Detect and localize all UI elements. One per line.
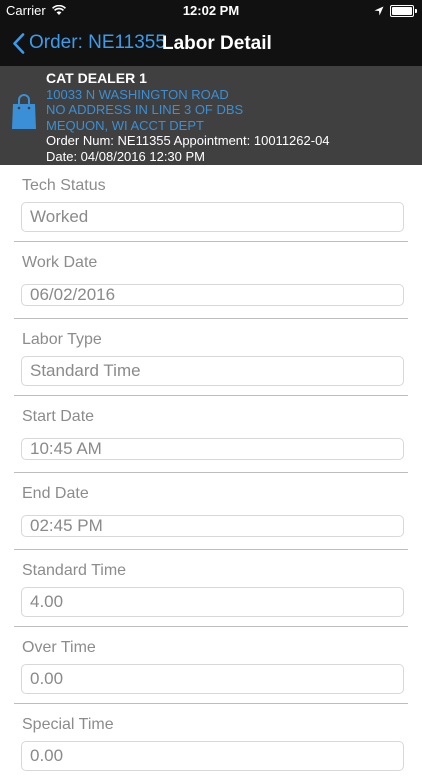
labor-type-field[interactable]: Standard Time <box>21 356 404 386</box>
field-start-date: Start Date 10:45 AM <box>0 396 422 473</box>
work-date-label: Work Date <box>22 254 98 271</box>
shopping-bag-icon <box>11 94 37 135</box>
tech-status-field[interactable]: Worked <box>21 202 404 232</box>
field-work-date: Work Date 06/02/2016 <box>0 242 422 319</box>
back-chevron-icon <box>13 32 25 54</box>
labor-type-label: Labor Type <box>22 331 102 348</box>
address-line-3[interactable]: MEQUON, WI ACCT DEPT <box>46 118 330 134</box>
tech-status-label: Tech Status <box>22 177 106 194</box>
standard-time-field[interactable]: 4.00 <box>21 587 404 617</box>
back-button[interactable]: Order: NE11355 <box>12 32 166 54</box>
top-bar: Carrier 12:02 PM Order: NE11355 Labor De… <box>0 0 422 66</box>
status-time: 12:02 PM <box>182 3 240 18</box>
page-title: Labor Detail <box>162 33 272 54</box>
order-header: CAT DEALER 1 10033 N WASHINGTON ROAD NO … <box>0 66 422 165</box>
work-date-field[interactable]: 06/02/2016 <box>21 284 404 306</box>
start-date-label: Start Date <box>22 408 95 425</box>
navigation-bar: Order: NE11355 Labor Detail <box>0 22 422 66</box>
dealer-name: CAT DEALER 1 <box>46 70 147 86</box>
end-date-field[interactable]: 02:45 PM <box>21 515 404 537</box>
address-line-1[interactable]: 10033 N WASHINGTON ROAD <box>46 87 330 103</box>
field-tech-status: Tech Status Worked <box>0 165 422 242</box>
back-button-label: Order: NE11355 <box>29 32 166 53</box>
standard-time-label: Standard Time <box>22 562 127 579</box>
battery-icon <box>390 5 417 17</box>
over-time-field[interactable]: 0.00 <box>21 664 404 694</box>
order-date: Date: 04/08/2016 12:30 PM <box>46 148 206 164</box>
end-date-label: End Date <box>22 485 89 502</box>
field-standard-time: Standard Time 4.00 <box>0 550 422 627</box>
order-info: Order Num: NE11355 Appointment: 10011262… <box>46 133 330 148</box>
address-line-2[interactable]: NO ADDRESS IN LINE 3 OF DBS <box>46 102 330 118</box>
field-end-date: End Date 02:45 PM <box>0 473 422 550</box>
field-over-time: Over Time 0.00 <box>0 627 422 704</box>
start-date-field[interactable]: 10:45 AM <box>21 438 404 460</box>
special-time-label: Special Time <box>22 716 114 733</box>
special-time-field[interactable]: 0.00 <box>21 741 404 771</box>
labor-detail-form: Tech Status Worked Work Date 06/02/2016 … <box>0 165 422 781</box>
field-labor-type: Labor Type Standard Time <box>0 319 422 396</box>
field-special-time: Special Time 0.00 <box>0 704 422 781</box>
location-arrow-icon <box>374 4 384 19</box>
over-time-label: Over Time <box>22 639 96 656</box>
status-bar: Carrier 12:02 PM <box>0 0 422 22</box>
